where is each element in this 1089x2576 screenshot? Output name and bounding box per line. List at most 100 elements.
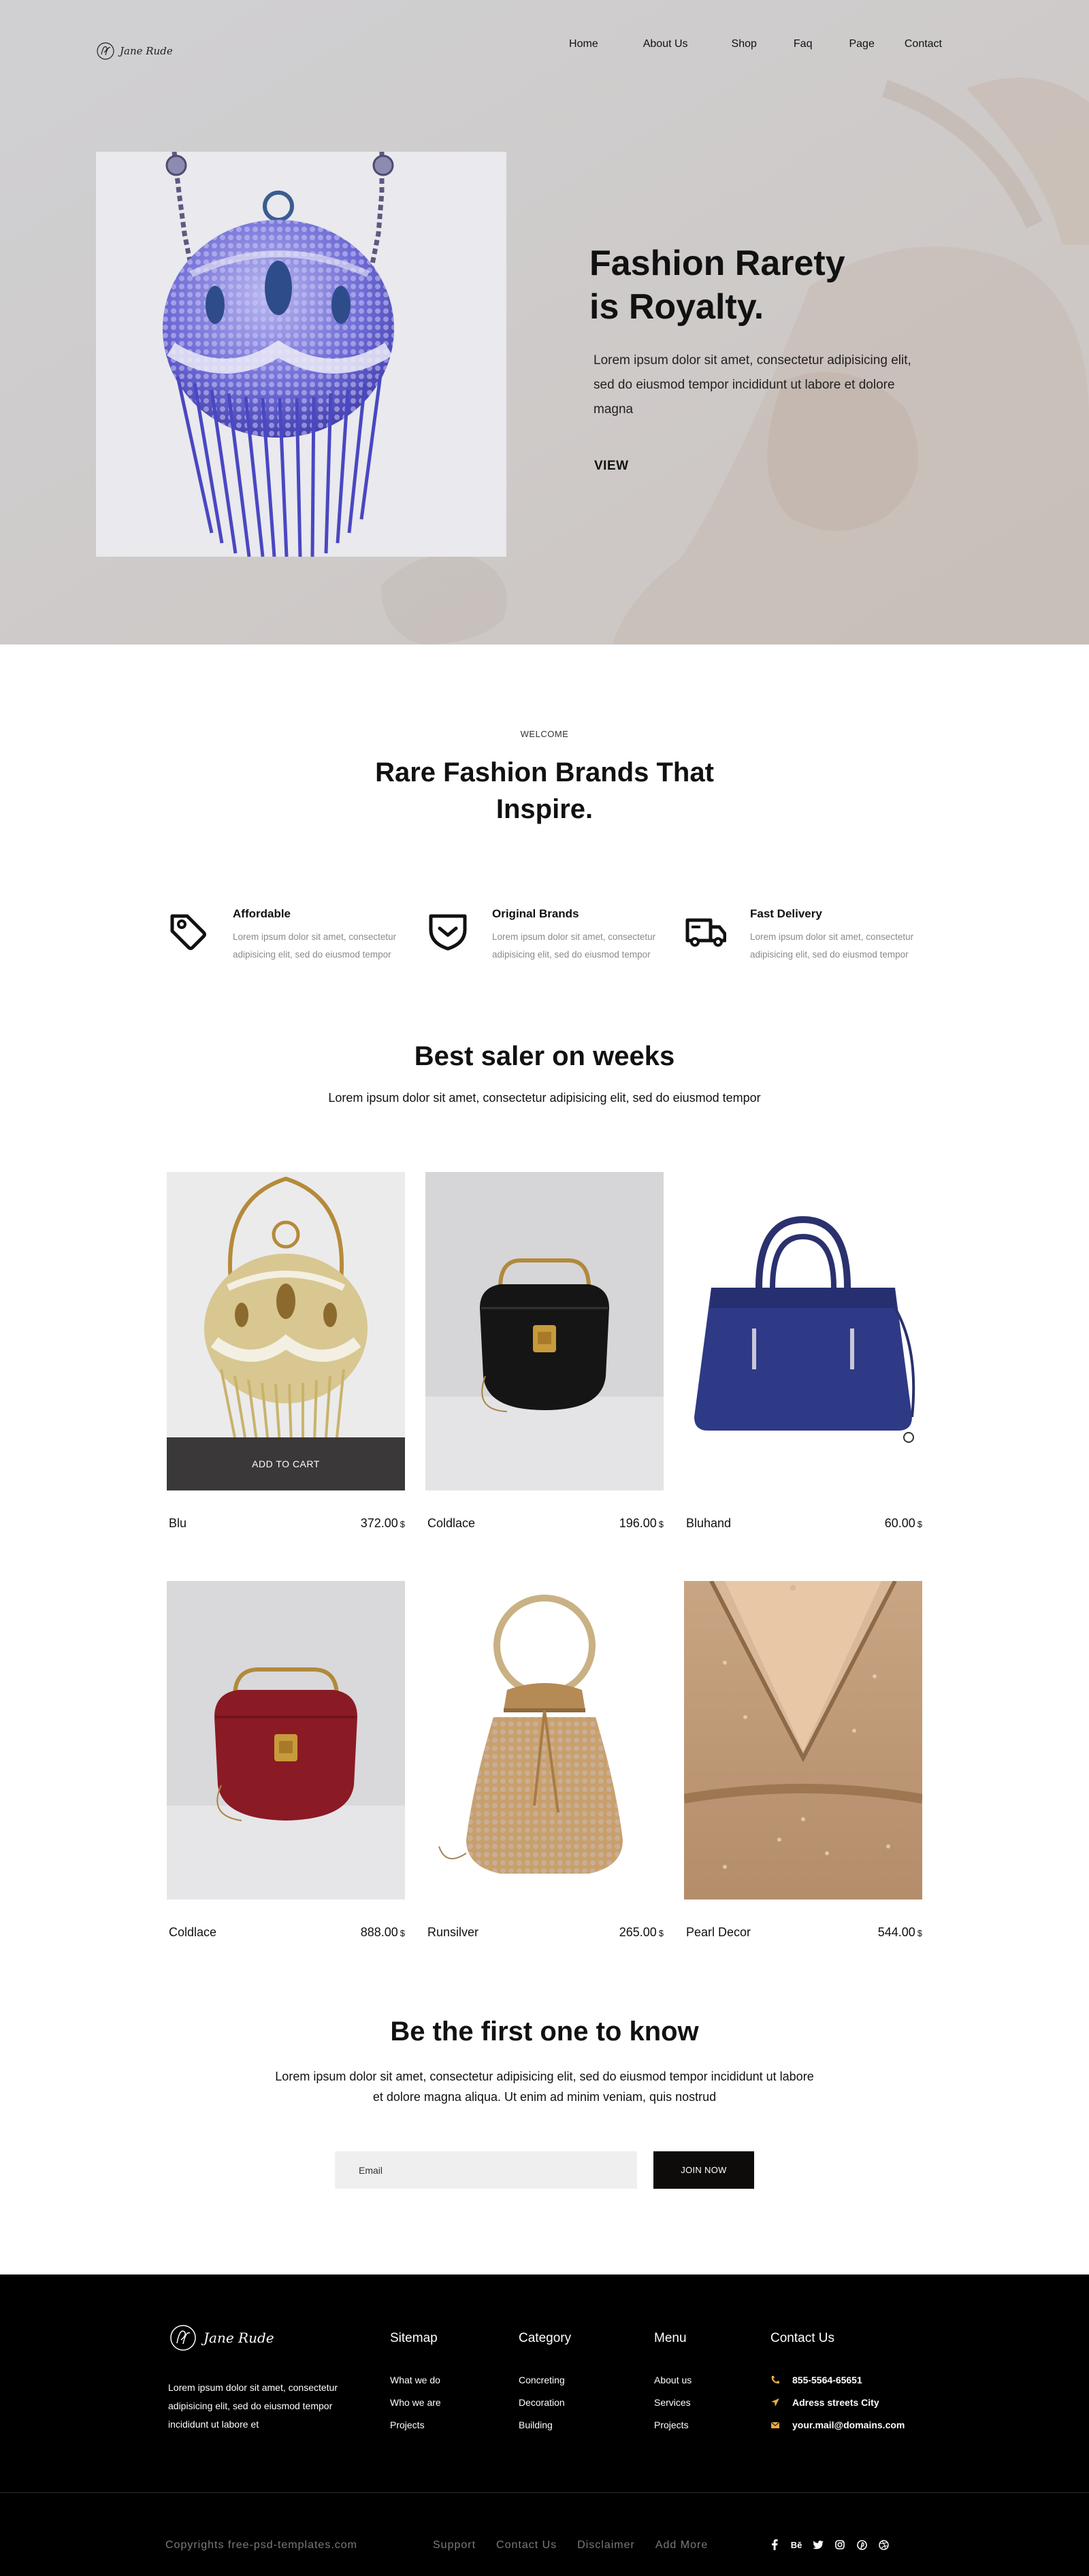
footer-email[interactable]: your.mail@domains.com bbox=[770, 2418, 905, 2432]
footer-address[interactable]: Adress streets City bbox=[770, 2396, 905, 2409]
hero-title: Fashion Rarety is Royalty. bbox=[589, 242, 916, 329]
newsletter-email-input[interactable] bbox=[335, 2151, 637, 2189]
instagram-icon[interactable] bbox=[829, 2536, 851, 2554]
footer-bottom-link-support[interactable]: Support bbox=[433, 2539, 476, 2551]
nav-menu: Home About Us Shop Faq Page Contact bbox=[569, 38, 942, 50]
product-image[interactable]: ADD TO CART bbox=[167, 1172, 405, 1490]
nav-item-shop[interactable]: Shop bbox=[732, 38, 757, 50]
price-value: 888.00 bbox=[360, 1925, 398, 1939]
footer-link[interactable]: Services bbox=[654, 2396, 692, 2409]
price-value: 544.00 bbox=[877, 1925, 915, 1939]
nav-item-about-us[interactable]: About Us bbox=[643, 38, 688, 50]
product-name[interactable]: Bluhand bbox=[686, 1516, 731, 1531]
hero-title-line-2: is Royalty. bbox=[589, 287, 764, 327]
location-arrow-icon bbox=[771, 2398, 779, 2407]
black-saddle-bag-illustration bbox=[425, 1172, 664, 1490]
footer-column-contact: Contact Us 855-5564-65651 Adress streets… bbox=[770, 2331, 905, 2441]
product-price: 888.00 $ bbox=[361, 1925, 405, 1940]
footer-column-title: Sitemap bbox=[390, 2331, 438, 2345]
price-tag-icon bbox=[170, 914, 206, 950]
product-card[interactable]: ADD TO CART Blu 372.00 $ bbox=[167, 1172, 405, 1539]
product-price: 196.00 $ bbox=[619, 1516, 664, 1531]
product-card[interactable]: Pearl Decor 544.00 $ bbox=[684, 1581, 922, 1949]
footer-column-title: Menu bbox=[654, 2331, 687, 2345]
product-image[interactable] bbox=[425, 1172, 664, 1490]
price-currency: $ bbox=[658, 1519, 664, 1529]
hero-view-button[interactable]: VIEW bbox=[594, 459, 629, 474]
behance-icon[interactable]: Bē bbox=[785, 2536, 807, 2554]
footer-column-title: Contact Us bbox=[770, 2331, 834, 2345]
feature-fast-delivery: Fast Delivery Lorem ipsum dolor sit amet… bbox=[685, 905, 930, 966]
gold-sequin-pouch-illustration bbox=[425, 1581, 664, 1900]
dribbble-icon[interactable] bbox=[873, 2536, 894, 2554]
footer-logo-text: Jane Rude bbox=[204, 2330, 274, 2346]
price-value: 60.00 bbox=[884, 1516, 915, 1530]
footer-column-category: Category Concreting Decoration Building bbox=[519, 2331, 571, 2441]
nav-item-contact[interactable]: Contact bbox=[905, 38, 942, 50]
product-card[interactable]: Bluhand 60.00 $ bbox=[684, 1172, 922, 1539]
logo-text: Jane Rude bbox=[120, 45, 173, 57]
product-image[interactable] bbox=[684, 1172, 922, 1490]
hero-section: Jane Rude Home About Us Shop Faq Page Co… bbox=[0, 0, 1089, 645]
footer-bottom-link-contact-us[interactable]: Contact Us bbox=[496, 2539, 557, 2551]
mail-icon bbox=[770, 2422, 780, 2428]
product-name[interactable]: Coldlace bbox=[427, 1516, 475, 1531]
feature-text: Lorem ipsum dolor sit amet, consectetur … bbox=[750, 932, 914, 960]
footer-link[interactable]: Building bbox=[519, 2418, 571, 2432]
product-name[interactable]: Blu bbox=[169, 1516, 186, 1531]
newsletter-title: Be the first one to know bbox=[390, 2017, 699, 2047]
product-price: 372.00 $ bbox=[361, 1516, 405, 1531]
footer-address-text: Adress streets City bbox=[792, 2397, 879, 2408]
site-footer: Jane Rude Lorem ipsum dolor sit amet, co… bbox=[0, 2275, 1089, 2576]
product-name[interactable]: Coldlace bbox=[169, 1925, 216, 1940]
product-image[interactable] bbox=[167, 1581, 405, 1900]
footer-bottom-links: Support Contact Us Disclaimer Add More bbox=[433, 2539, 708, 2551]
price-currency: $ bbox=[400, 1519, 405, 1529]
site-logo[interactable]: Jane Rude bbox=[95, 41, 173, 61]
hero-description: Lorem ipsum dolor sit amet, consectetur … bbox=[594, 353, 911, 417]
product-card[interactable]: Runsilver 265.00 $ bbox=[425, 1581, 664, 1949]
product-price: 544.00 $ bbox=[878, 1925, 922, 1940]
product-card[interactable]: Coldlace 196.00 $ bbox=[425, 1172, 664, 1539]
price-currency: $ bbox=[400, 1928, 405, 1938]
price-currency: $ bbox=[658, 1928, 664, 1938]
best-seller-subtitle: Lorem ipsum dolor sit amet, consectetur … bbox=[328, 1091, 761, 1105]
product-image[interactable] bbox=[425, 1581, 664, 1900]
footer-logo[interactable]: Jane Rude bbox=[168, 2323, 274, 2353]
twitter-icon[interactable] bbox=[807, 2536, 829, 2554]
product-price: 265.00 $ bbox=[619, 1925, 664, 1940]
join-now-button[interactable]: JOIN NOW bbox=[653, 2151, 754, 2189]
phone-icon bbox=[771, 2376, 779, 2384]
footer-link[interactable]: Who we are bbox=[390, 2396, 441, 2409]
footer-link[interactable]: Decoration bbox=[519, 2396, 571, 2409]
footer-email-text: your.mail@domains.com bbox=[792, 2419, 905, 2430]
feature-text: Lorem ipsum dolor sit amet, consectetur … bbox=[492, 932, 656, 960]
footer-link[interactable]: About us bbox=[654, 2373, 692, 2387]
footer-bottom-link-add-more[interactable]: Add More bbox=[655, 2539, 708, 2551]
hero-title-line-1: Fashion Rarety bbox=[589, 244, 845, 283]
product-name[interactable]: Runsilver bbox=[427, 1925, 478, 1940]
footer-link[interactable]: What we do bbox=[390, 2373, 441, 2387]
price-currency: $ bbox=[917, 1519, 922, 1529]
add-to-cart-button[interactable]: ADD TO CART bbox=[167, 1437, 405, 1490]
pinterest-icon[interactable] bbox=[851, 2536, 873, 2554]
product-name[interactable]: Pearl Decor bbox=[686, 1925, 751, 1940]
footer-bottom-link-disclaimer[interactable]: Disclaimer bbox=[577, 2539, 635, 2551]
feature-original-brands: Original Brands Lorem ipsum dolor sit am… bbox=[427, 905, 672, 966]
footer-divider bbox=[0, 2492, 1089, 2493]
footer-link[interactable]: Projects bbox=[390, 2418, 441, 2432]
footer-phone[interactable]: 855-5564-65651 bbox=[770, 2373, 905, 2387]
price-value: 372.00 bbox=[360, 1516, 398, 1530]
price-currency: $ bbox=[917, 1928, 922, 1938]
product-image[interactable] bbox=[684, 1581, 922, 1900]
footer-link[interactable]: Projects bbox=[654, 2418, 692, 2432]
facebook-icon[interactable] bbox=[764, 2536, 785, 2554]
social-links: Bē bbox=[764, 2536, 894, 2554]
nav-item-faq[interactable]: Faq bbox=[794, 38, 813, 50]
footer-phone-text: 855-5564-65651 bbox=[792, 2375, 862, 2385]
nav-item-home[interactable]: Home bbox=[569, 38, 598, 50]
feature-affordable: Affordable Lorem ipsum dolor sit amet, c… bbox=[168, 905, 413, 966]
product-card[interactable]: Coldlace 888.00 $ bbox=[167, 1581, 405, 1949]
footer-link[interactable]: Concreting bbox=[519, 2373, 571, 2387]
nav-item-page[interactable]: Page bbox=[849, 38, 874, 50]
